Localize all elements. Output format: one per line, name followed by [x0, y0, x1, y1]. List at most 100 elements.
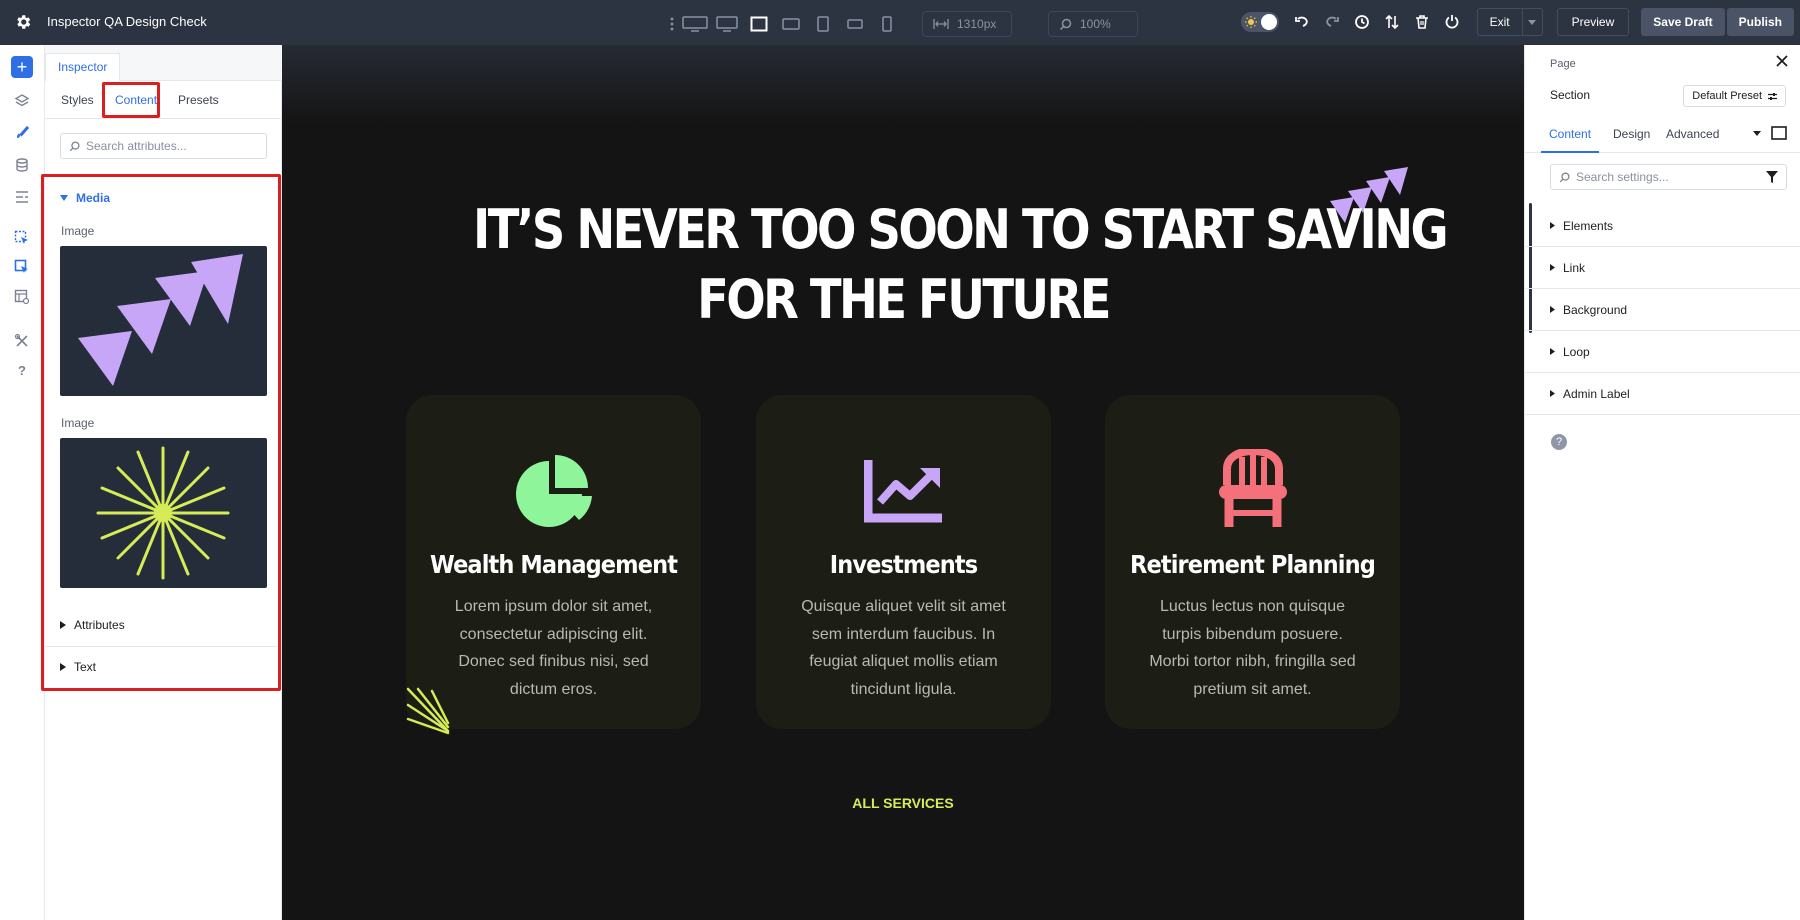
card-body: Luctus lectus non quisque turpis bibendu… [1149, 598, 1356, 698]
search-icon [69, 140, 80, 152]
settings-search [1550, 164, 1787, 190]
brush-icon[interactable] [11, 122, 33, 144]
device-laptop-icon[interactable] [746, 13, 772, 35]
toggle-knob [1260, 14, 1277, 30]
top-toolbar: Inspector QA Design Check 1310px 100% Ex… [0, 0, 1800, 45]
database-icon[interactable] [11, 154, 33, 176]
exit-control: Exit [1476, 8, 1543, 36]
chevron-down-icon[interactable] [1522, 8, 1543, 36]
app-title: Inspector QA Design Check [47, 14, 207, 29]
tab-styles[interactable]: Styles [61, 81, 94, 119]
close-icon[interactable] [1776, 55, 1788, 67]
caret-down-icon[interactable] [1753, 130, 1761, 136]
canvas-width-value: 1310px [957, 17, 997, 31]
service-card[interactable]: Retirement Planning Luctus lectus non qu… [1105, 395, 1400, 729]
image-upload-starburst[interactable] [60, 438, 267, 588]
device-phone-icon[interactable] [874, 13, 900, 35]
preview-button[interactable]: Preview [1556, 8, 1630, 36]
sliders-icon [1768, 92, 1777, 101]
select-tool-icon[interactable] [11, 227, 33, 249]
caret-right-icon [1550, 390, 1555, 397]
trash-icon[interactable] [1411, 11, 1433, 33]
exit-button[interactable]: Exit [1476, 8, 1523, 36]
image-field-label: Image [61, 224, 95, 238]
layers-icon[interactable] [11, 90, 33, 112]
gear-icon[interactable] [14, 13, 32, 31]
inspector-tab[interactable]: Inspector [45, 53, 121, 81]
device-tablet-landscape-icon[interactable] [778, 13, 804, 35]
canvas-width-field[interactable]: 1310px [922, 11, 1012, 37]
save-draft-button[interactable]: Save Draft [1641, 8, 1725, 36]
service-card[interactable]: Wealth Management Lorem ipsum dolor sit … [406, 395, 701, 729]
tab-content[interactable]: Content [1541, 115, 1600, 153]
caret-down-icon [60, 195, 68, 201]
media-section-toggle[interactable]: Media [60, 191, 110, 205]
device-tablet-icon[interactable] [810, 13, 836, 35]
builder-canvas[interactable]: IT’S NEVER TOO SOON TO START SAVING FOR … [282, 45, 1524, 920]
attributes-search [60, 133, 267, 159]
settings-group-elements[interactable]: Elements [1525, 205, 1800, 247]
chair-icon [1105, 449, 1400, 529]
settings-tabs: Content Design Advanced [1525, 115, 1800, 153]
power-icon[interactable] [1441, 11, 1463, 33]
settings-group-background[interactable]: Background [1525, 289, 1800, 331]
image-field-label: Image [61, 416, 95, 430]
all-services-link[interactable]: ALL SERVICES [282, 795, 1524, 811]
help-icon[interactable]: ? [11, 359, 33, 381]
sort-icon[interactable] [1381, 11, 1403, 33]
device-desktop-wide-icon[interactable] [682, 13, 708, 35]
settings-search-input[interactable] [1576, 170, 1756, 184]
layout-icon[interactable] [11, 186, 33, 208]
resize-width-icon [933, 18, 949, 30]
caret-right-icon [1550, 348, 1555, 355]
settings-group-admin-label[interactable]: Admin Label [1525, 373, 1800, 415]
starburst-graphic [96, 446, 230, 580]
attributes-search-input[interactable] [86, 139, 256, 153]
section-divider [45, 646, 277, 647]
tab-design[interactable]: Design [1613, 115, 1650, 153]
history-icon[interactable] [1351, 11, 1373, 33]
hero-heading-line: FOR THE FUTURE [697, 268, 1111, 331]
attributes-section-toggle[interactable]: Attributes [60, 618, 125, 632]
zoom-field[interactable]: 100% [1048, 11, 1138, 37]
template-settings-icon[interactable] [11, 286, 33, 308]
hero-heading: IT’S NEVER TOO SOON TO START SAVING FOR … [473, 195, 1449, 335]
settings-group-link[interactable]: Link [1525, 247, 1800, 289]
breadcrumb[interactable]: Page [1550, 58, 1576, 70]
drag-handle-icon[interactable] [668, 17, 676, 31]
settings-group-label: Background [1563, 302, 1628, 317]
card-body: Quisque aliquet velit sit amet sem inter… [801, 598, 1006, 698]
tab-advanced[interactable]: Advanced [1666, 115, 1719, 153]
zoom-value: 100% [1080, 17, 1111, 31]
image-upload-triangles[interactable] [60, 246, 267, 396]
card-body: Lorem ipsum dolor sit amet, consectetur … [454, 598, 653, 698]
preset-label: Default Preset [1692, 90, 1762, 102]
settings-group-label: Admin Label [1563, 386, 1630, 401]
device-desktop-icon[interactable] [714, 13, 740, 35]
triangles-graphic [78, 254, 243, 386]
card-title: Wealth Management [429, 550, 678, 579]
settings-panel: Page Section Default Preset Content Desi… [1524, 45, 1800, 920]
settings-group-label: Link [1563, 260, 1586, 275]
filter-icon[interactable] [1766, 171, 1778, 183]
undo-icon[interactable] [1291, 11, 1313, 33]
tools-icon[interactable] [11, 330, 33, 352]
caret-right-icon [1550, 222, 1555, 229]
inspector-tool-icon[interactable] [11, 256, 33, 278]
search-icon [1059, 18, 1072, 31]
add-icon[interactable]: + [11, 56, 33, 78]
tab-presets[interactable]: Presets [178, 81, 219, 119]
hero-heading-line: IT’S NEVER TOO SOON TO START SAVING [473, 198, 1449, 261]
preset-dropdown[interactable]: Default Preset [1683, 85, 1786, 107]
help-icon[interactable]: ? [1551, 434, 1567, 450]
text-section-toggle[interactable]: Text [60, 660, 96, 674]
square-icon[interactable] [1771, 126, 1787, 140]
redo-icon[interactable] [1321, 11, 1343, 33]
publish-button[interactable]: Publish [1726, 8, 1794, 36]
device-phone-landscape-icon[interactable] [842, 13, 868, 35]
sun-icon [1244, 16, 1257, 28]
settings-group-loop[interactable]: Loop [1525, 331, 1800, 373]
service-card[interactable]: Investments Quisque aliquet velit sit am… [756, 395, 1051, 729]
theme-toggle[interactable] [1240, 12, 1279, 32]
text-section-label: Text [74, 660, 97, 674]
